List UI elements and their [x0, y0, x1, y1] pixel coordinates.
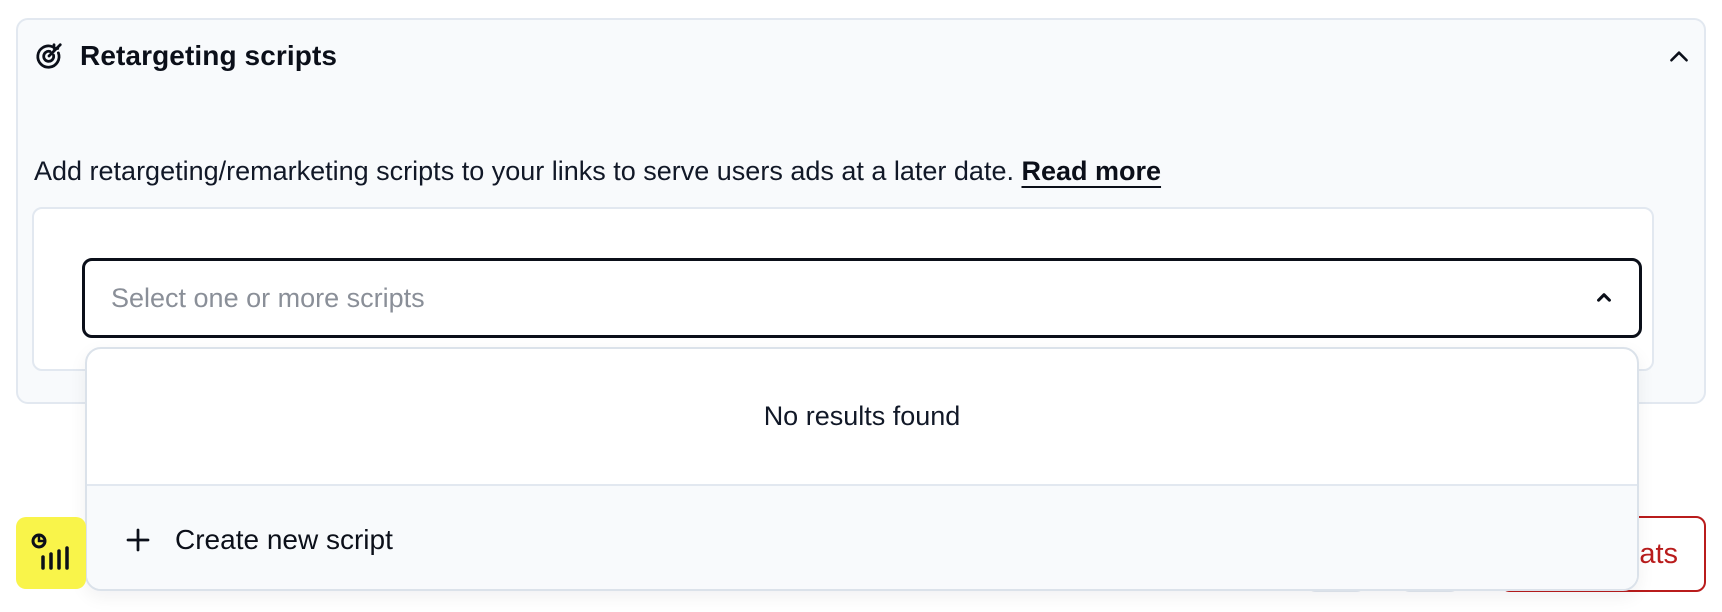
create-new-script-label: Create new script	[175, 523, 393, 555]
panel-header: Retargeting scripts	[34, 38, 337, 74]
plus-icon	[126, 528, 150, 551]
description-text: Add retargeting/remarketing scripts to y…	[34, 156, 1014, 186]
no-results-message: No results found	[763, 401, 961, 431]
scripts-dropdown: No results found Create new script	[85, 347, 1639, 591]
stats-button-label: ats	[1639, 537, 1678, 570]
select-placeholder: Select one or more scripts	[111, 282, 425, 313]
panel-description: Add retargeting/remarketing scripts to y…	[34, 156, 1161, 187]
collapse-button[interactable]	[1664, 42, 1694, 72]
brand-badge[interactable]	[16, 517, 86, 589]
chevron-up-icon	[1670, 51, 1688, 62]
create-new-script-option[interactable]: Create new script	[87, 486, 1637, 589]
panel-title: Retargeting scripts	[80, 40, 338, 71]
analytics-logo-icon	[31, 533, 69, 570]
scripts-select[interactable]: Select one or more scripts	[82, 258, 1642, 338]
target-arrow-icon	[34, 41, 64, 71]
read-more-link[interactable]: Read more	[1021, 156, 1161, 186]
chevron-up-icon[interactable]	[1591, 285, 1617, 311]
